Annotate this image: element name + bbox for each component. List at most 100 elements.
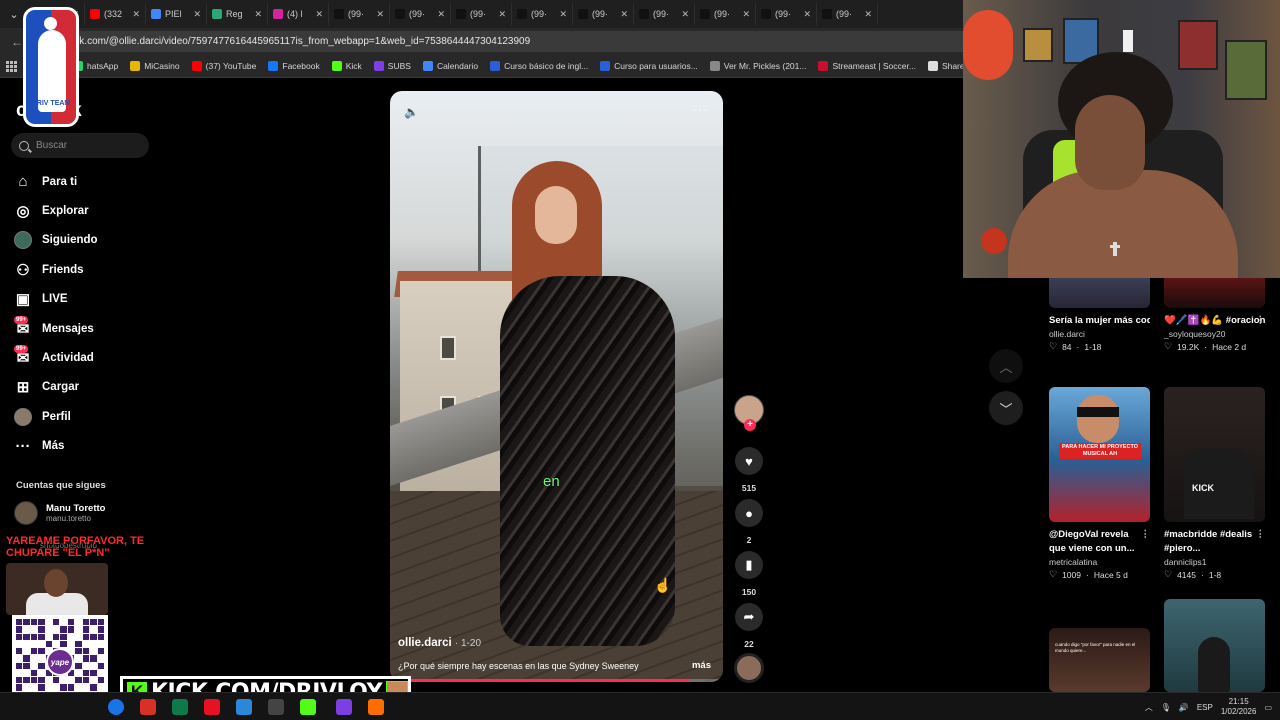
comment-action[interactable]: ● 2 [735, 499, 763, 545]
tab-search-chevron-icon[interactable]: ⌄ [4, 4, 24, 24]
close-icon[interactable]: ✕ [254, 9, 262, 20]
chrome-icon[interactable] [108, 699, 124, 715]
video-username[interactable]: ollie.darci [398, 637, 452, 649]
sidebar-item-cargar[interactable]: ⊞ Cargar [14, 373, 164, 402]
bookmark-item[interactable]: Curso básico de ingl... [484, 61, 594, 71]
rec-user[interactable]: ollie.darci [1049, 329, 1150, 339]
app-icon[interactable] [204, 699, 220, 715]
back-arrow-icon[interactable]: ← [10, 35, 24, 49]
kebab-menu-icon[interactable]: ⋮ [1256, 528, 1266, 542]
close-icon[interactable]: ✕ [803, 9, 811, 20]
rec-card-4[interactable]: KICK #macbridde #dealis #piero... ⋮ danni… [1164, 387, 1265, 580]
video-author[interactable]: ollie.darci · 1-20 [398, 637, 481, 649]
video-progress-bar[interactable] [390, 679, 723, 682]
heart-icon[interactable]: ♥ [735, 447, 763, 475]
bookmark-item[interactable]: MiCasino [124, 61, 185, 71]
rec-thumbnail[interactable] [1164, 278, 1265, 308]
close-icon[interactable]: ✕ [132, 9, 140, 20]
sidebar-item-perfil[interactable]: Perfil [14, 402, 164, 431]
close-icon[interactable]: ✕ [376, 9, 384, 20]
rec-user[interactable]: danniclips1 [1164, 557, 1265, 567]
bookmark-item[interactable]: Curso para usuarios... [594, 61, 704, 71]
rec-user[interactable]: _soyloquesoy20 [1164, 329, 1265, 339]
sidebar-item-mas[interactable]: ··· Más [14, 432, 164, 461]
close-icon[interactable]: ✕ [681, 9, 689, 20]
save-action[interactable]: ▮ 150 [735, 551, 763, 597]
sidebar-item-actividad[interactable]: ✉ 99+ Actividad [14, 343, 164, 372]
close-icon[interactable]: ✕ [315, 9, 323, 20]
rec-card-3[interactable]: PARA HACER MI PROYECTO MUSICAL AH @Diego… [1049, 387, 1150, 580]
browser-tab[interactable]: (332 ✕ [85, 3, 146, 25]
rec-thumbnail[interactable] [1164, 599, 1265, 692]
browser-tab[interactable]: (99· ✕ [634, 3, 695, 25]
rec-thumbnail[interactable]: PARA HACER MI PROYECTO MUSICAL AH [1049, 387, 1150, 522]
music-disc-icon[interactable] [734, 653, 764, 683]
previous-video-button[interactable]: ︿ [989, 349, 1023, 383]
close-icon[interactable]: ✕ [437, 9, 445, 20]
sidebar-item-friends[interactable]: ⚇ Friends [14, 255, 164, 284]
search-input[interactable]: Buscar [11, 133, 149, 158]
video-player[interactable]: en 🔈 ··· ollie.darci · 1-20 ¿Por qué sie… [390, 91, 723, 682]
browser-tab[interactable]: (99· ✕ [512, 3, 573, 25]
browser-tab[interactable]: (4) l ✕ [268, 3, 329, 25]
sidebar-item-explorar[interactable]: ◎ Explorar [14, 196, 164, 225]
app-icon[interactable] [300, 699, 316, 715]
app-icon[interactable] [336, 699, 352, 715]
like-action[interactable]: ♥ 515 [735, 447, 763, 493]
bookmark-item[interactable]: Kick [326, 61, 368, 71]
close-icon[interactable]: ✕ [498, 9, 506, 20]
bookmark-item[interactable]: SUBS [368, 61, 417, 71]
rec-thumbnail[interactable] [1049, 278, 1150, 308]
comment-icon[interactable]: ● [735, 499, 763, 527]
sidebar-item-live[interactable]: ▣ LIVE [14, 285, 164, 314]
app-icon[interactable] [140, 699, 156, 715]
rec-title[interactable]: @DiegoVal revela que viene con un... ⋮ [1049, 528, 1150, 556]
rec-user[interactable]: metricalatina [1049, 557, 1150, 567]
sidebar-item-mensajes[interactable]: ✉ 99+ Mensajes [14, 314, 164, 343]
notifications-icon[interactable]: ▭ [1264, 703, 1272, 712]
microphone-icon[interactable]: 🎙 [1161, 703, 1171, 712]
browser-tab[interactable]: (99· ✕ [390, 3, 451, 25]
rec-card-5[interactable]: cuando digo "por favor" para nadie en el… [1049, 628, 1150, 692]
rec-card-1[interactable]: Sería la mujer más codiciosa del... olli… [1049, 278, 1150, 352]
following-account-manu[interactable]: Manu Toretto manu.toretto [14, 501, 105, 525]
rec-thumbnail[interactable]: KICK [1164, 387, 1265, 522]
language-indicator[interactable]: ESP [1197, 703, 1213, 712]
sidebar-item-siguiendo[interactable]: Siguiendo [14, 226, 164, 255]
close-icon[interactable]: ✕ [559, 9, 567, 20]
app-icon[interactable] [368, 699, 384, 715]
more-description-button[interactable]: más [692, 660, 711, 671]
kebab-menu-icon[interactable]: ⋮ [1256, 314, 1266, 328]
rec-title[interactable]: Sería la mujer más codiciosa del... [1049, 314, 1150, 328]
close-icon[interactable]: ✕ [864, 9, 872, 20]
browser-tab[interactable]: (99· ✕ [756, 3, 817, 25]
bookmark-item[interactable]: Ver Mr. Pickles (201... [704, 61, 813, 71]
app-icon[interactable] [236, 699, 252, 715]
more-options-icon[interactable]: ··· [692, 101, 709, 117]
close-icon[interactable]: ✕ [193, 9, 201, 20]
browser-tab[interactable]: Reg ✕ [207, 3, 268, 25]
bookmark-item[interactable]: Facebook [262, 61, 325, 71]
app-icon[interactable] [268, 699, 284, 715]
share-action[interactable]: ➦ 22 [735, 603, 763, 649]
browser-tab[interactable]: (99· ✕ [695, 3, 756, 25]
volume-icon[interactable]: 🔈 [404, 105, 419, 119]
bookmark-item[interactable]: Streameast | Soccer... [812, 61, 921, 71]
kebab-menu-icon[interactable]: ⋮ [1141, 528, 1151, 542]
rec-thumbnail[interactable]: cuando digo "por favor" para nadie en el… [1049, 628, 1150, 692]
chevron-up-icon[interactable]: ︿ [1145, 702, 1153, 713]
share-icon[interactable]: ➦ [735, 603, 763, 631]
author-avatar[interactable]: + [734, 395, 764, 431]
bookmark-item[interactable]: Calendario [417, 61, 484, 71]
rec-title[interactable]: ❤️🖊️✝️🔥💪 #oracion #biblia...⋮ [1164, 314, 1265, 328]
clock[interactable]: 21:15 1/02/2026 [1221, 697, 1257, 717]
bookmark-icon[interactable]: ▮ [735, 551, 763, 579]
rec-card-6[interactable] [1164, 599, 1265, 692]
browser-tab[interactable]: (99· ✕ [329, 3, 390, 25]
browser-tab[interactable]: (99· ✕ [451, 3, 512, 25]
rec-card-2[interactable]: ❤️🖊️✝️🔥💪 #oracion #biblia...⋮ _soyloques… [1164, 278, 1265, 352]
close-icon[interactable]: ✕ [742, 9, 750, 20]
follow-plus-icon[interactable]: + [744, 419, 756, 431]
app-icon[interactable] [172, 699, 188, 715]
browser-tab[interactable]: PIEl ✕ [146, 3, 207, 25]
